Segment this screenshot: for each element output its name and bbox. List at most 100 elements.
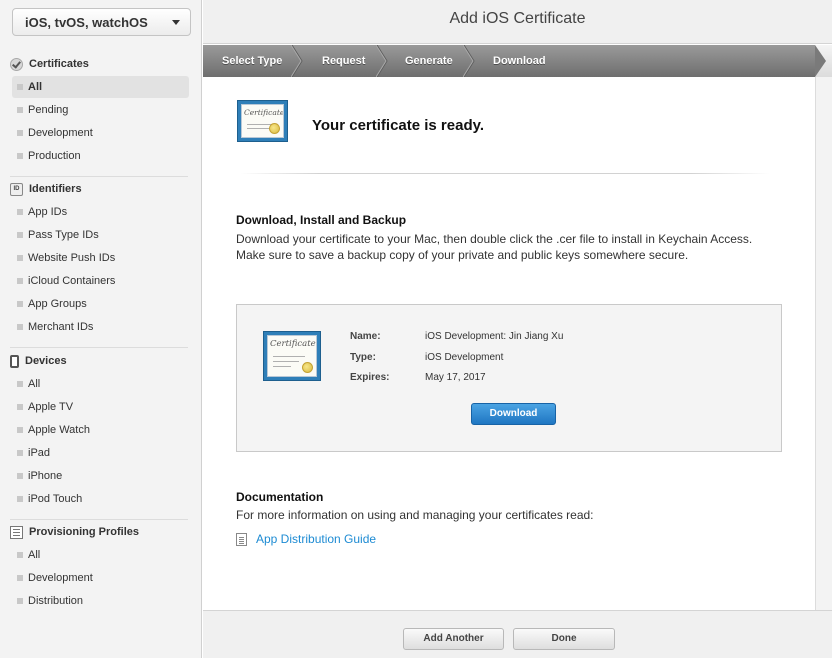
- id-card-icon: ID: [10, 182, 23, 196]
- download-section-title: Download, Install and Backup: [236, 213, 407, 227]
- cert-expires-value: May 17, 2017: [425, 372, 486, 383]
- bullet-icon: [17, 404, 23, 410]
- sidebar-item-certificates-development[interactable]: Development: [12, 122, 189, 144]
- sidebar-item-iphone[interactable]: iPhone: [12, 465, 189, 487]
- sidebar: iOS, tvOS, watchOS Certificates All Pend…: [0, 0, 202, 658]
- sidebar-item-label: Development: [28, 572, 93, 584]
- sidebar-item-website-push-ids[interactable]: Website Push IDs: [12, 247, 189, 269]
- sidebar-item-apple-tv[interactable]: Apple TV: [12, 396, 189, 418]
- step-request: Request: [322, 55, 366, 67]
- sidebar-item-label: Distribution: [28, 595, 84, 607]
- scroll-gutter: [815, 77, 832, 610]
- bullet-icon: [17, 450, 23, 456]
- cert-name-value: iOS Development: Jin Jiang Xu: [425, 331, 564, 342]
- wizard-steps-end: [815, 45, 832, 77]
- app-distribution-guide-link[interactable]: App Distribution Guide: [236, 532, 376, 546]
- bullet-icon: [17, 381, 23, 387]
- sidebar-item-label: iPhone: [28, 470, 63, 482]
- sidebar-group-certificates: Certificates: [10, 53, 188, 75]
- cert-expires-label: Expires:: [350, 372, 390, 383]
- sidebar-divider: [10, 519, 188, 520]
- step-download: Download: [493, 55, 546, 67]
- add-another-button[interactable]: Add Another: [403, 628, 504, 650]
- done-button[interactable]: Done: [513, 628, 615, 650]
- sidebar-item-label: Website Push IDs: [28, 252, 116, 264]
- bullet-icon: [17, 84, 23, 90]
- sidebar-item-label: App IDs: [28, 206, 68, 218]
- sidebar-item-label: Production: [28, 150, 81, 162]
- step-select-type: Select Type: [222, 55, 283, 67]
- doc-link-label: App Distribution Guide: [256, 532, 377, 546]
- step-separator-icon: [376, 45, 388, 77]
- documentation-text: For more information on using and managi…: [236, 508, 594, 522]
- bullet-icon: [17, 278, 23, 284]
- certificate-icon: Certificate: [237, 100, 288, 142]
- sidebar-item-pass-type-ids[interactable]: Pass Type IDs: [12, 224, 189, 246]
- certificate-check-icon: [10, 57, 23, 71]
- sidebar-item-label: All: [28, 549, 41, 561]
- sidebar-item-label: iCloud Containers: [28, 275, 116, 287]
- bullet-icon: [17, 209, 23, 215]
- sidebar-group-title: Certificates: [29, 58, 89, 70]
- sidebar-item-merchant-ids[interactable]: Merchant IDs: [12, 316, 189, 338]
- sidebar-item-label: App Groups: [28, 298, 87, 310]
- bullet-icon: [17, 324, 23, 330]
- download-button[interactable]: Download: [471, 403, 556, 425]
- platform-select-value: iOS, tvOS, watchOS: [25, 15, 148, 30]
- bullet-icon: [17, 552, 23, 558]
- sidebar-item-label: Pending: [28, 104, 69, 116]
- sidebar-item-profiles-all[interactable]: All: [12, 544, 189, 566]
- page-title: Add iOS Certificate: [203, 0, 832, 44]
- sidebar-item-certificates-all[interactable]: All: [12, 76, 189, 98]
- sidebar-item-label: iPad: [28, 447, 51, 459]
- cert-type-label: Type:: [350, 352, 376, 363]
- sidebar-group-title: Devices: [25, 355, 67, 367]
- bullet-icon: [17, 232, 23, 238]
- bullet-icon: [17, 575, 23, 581]
- sidebar-group-provisioning-profiles: Provisioning Profiles: [10, 521, 188, 543]
- divider: [240, 173, 770, 174]
- bullet-icon: [17, 255, 23, 261]
- sidebar-item-profiles-development[interactable]: Development: [12, 567, 189, 589]
- sidebar-item-ipad[interactable]: iPad: [12, 442, 189, 464]
- sidebar-group-devices: Devices: [10, 350, 188, 372]
- sidebar-item-ipod-touch[interactable]: iPod Touch: [12, 488, 189, 510]
- sidebar-divider: [10, 176, 188, 177]
- sidebar-group-title: Provisioning Profiles: [29, 526, 140, 538]
- sidebar-item-label: All: [28, 378, 41, 390]
- sidebar-group-title: Identifiers: [29, 183, 82, 195]
- platform-select[interactable]: iOS, tvOS, watchOS: [12, 8, 191, 36]
- wizard-steps: Select Type Request Generate Download: [203, 45, 815, 77]
- bullet-icon: [17, 473, 23, 479]
- sidebar-item-app-ids[interactable]: App IDs: [12, 201, 189, 223]
- bullet-icon: [17, 130, 23, 136]
- bullet-icon: [17, 107, 23, 113]
- sidebar-item-devices-all[interactable]: All: [12, 373, 189, 395]
- sidebar-group-identifiers: ID Identifiers: [10, 178, 188, 200]
- cert-type-value: iOS Development: [425, 352, 504, 363]
- sidebar-item-icloud-containers[interactable]: iCloud Containers: [12, 270, 189, 292]
- certificate-icon: Certificate: [263, 331, 321, 381]
- step-generate: Generate: [405, 55, 453, 67]
- profile-document-icon: [10, 525, 23, 539]
- sidebar-item-label: Merchant IDs: [28, 321, 94, 333]
- sidebar-item-label: iPod Touch: [28, 493, 83, 505]
- bullet-icon: [17, 496, 23, 502]
- download-section-text: Download your certificate to your Mac, t…: [236, 232, 753, 262]
- device-icon: [10, 354, 19, 368]
- sidebar-item-certificates-pending[interactable]: Pending: [12, 99, 189, 121]
- sidebar-item-profiles-distribution[interactable]: Distribution: [12, 590, 189, 612]
- sidebar-item-label: Apple TV: [28, 401, 74, 413]
- step-end-arrow-icon: [815, 45, 826, 77]
- step-separator-icon: [463, 45, 475, 77]
- document-icon: [236, 532, 247, 546]
- sidebar-item-label: Pass Type IDs: [28, 229, 99, 241]
- sidebar-item-label: Development: [28, 127, 93, 139]
- sidebar-divider: [10, 347, 188, 348]
- cert-name-label: Name:: [350, 331, 381, 342]
- sidebar-item-certificates-production[interactable]: Production: [12, 145, 189, 167]
- bullet-icon: [17, 427, 23, 433]
- sidebar-item-app-groups[interactable]: App Groups: [12, 293, 189, 315]
- sidebar-item-apple-watch[interactable]: Apple Watch: [12, 419, 189, 441]
- step-separator-icon: [291, 45, 303, 77]
